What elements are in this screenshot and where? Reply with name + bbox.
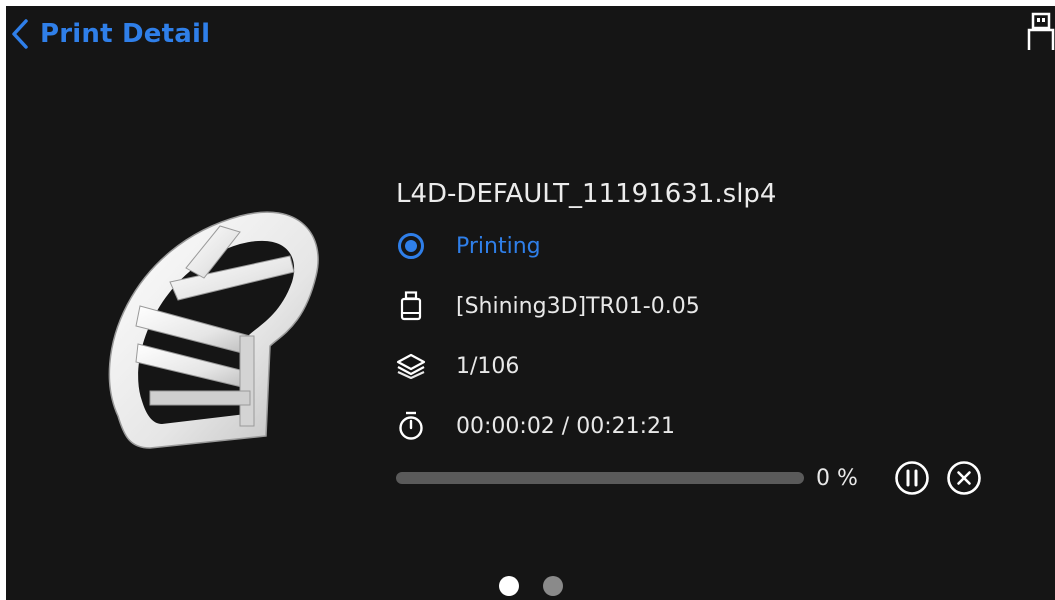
- close-circle-icon: [947, 461, 981, 495]
- page-dot-2[interactable]: [542, 576, 563, 596]
- chevron-left-icon: [12, 19, 28, 49]
- usb-drive-icon: [1027, 12, 1055, 50]
- back-button[interactable]: Print Detail: [10, 16, 210, 52]
- model-preview-image: [108, 211, 319, 449]
- time-row: 00:00:02 / 00:21:21: [396, 408, 1036, 444]
- printing-status-icon: [396, 231, 426, 261]
- print-detail-screen: Print Detail L4D-DEFAULT_11191631.slp4 P…: [6, 6, 1055, 600]
- status-row: Printing: [396, 228, 1036, 264]
- pause-circle-icon: [895, 461, 929, 495]
- status-text: Printing: [456, 233, 541, 259]
- job-info: L4D-DEFAULT_11191631.slp4 Printing [Shin…: [396, 176, 1036, 468]
- page-title: Print Detail: [40, 19, 211, 49]
- page-indicator: [6, 576, 1055, 596]
- resin-name: [Shining3D]TR01-0.05: [456, 293, 700, 319]
- resin-bottle-icon: [396, 291, 426, 321]
- header-bar: Print Detail: [6, 6, 1055, 62]
- file-name: L4D-DEFAULT_11191631.slp4: [396, 179, 777, 209]
- layers-row: 1/106: [396, 348, 1036, 384]
- pause-button[interactable]: [892, 458, 932, 498]
- layers-icon: [396, 351, 426, 381]
- cancel-print-button[interactable]: [944, 458, 984, 498]
- progress-percent: 0 %: [816, 465, 858, 491]
- stopwatch-icon: [396, 411, 426, 441]
- resin-row: [Shining3D]TR01-0.05: [396, 288, 1036, 324]
- page-dot-1[interactable]: [498, 576, 519, 596]
- layer-count: 1/106: [456, 353, 520, 379]
- progress-row: 0 %: [396, 458, 1036, 498]
- progress-bar: [396, 472, 804, 484]
- elapsed-total-time: 00:00:02 / 00:21:21: [456, 413, 676, 439]
